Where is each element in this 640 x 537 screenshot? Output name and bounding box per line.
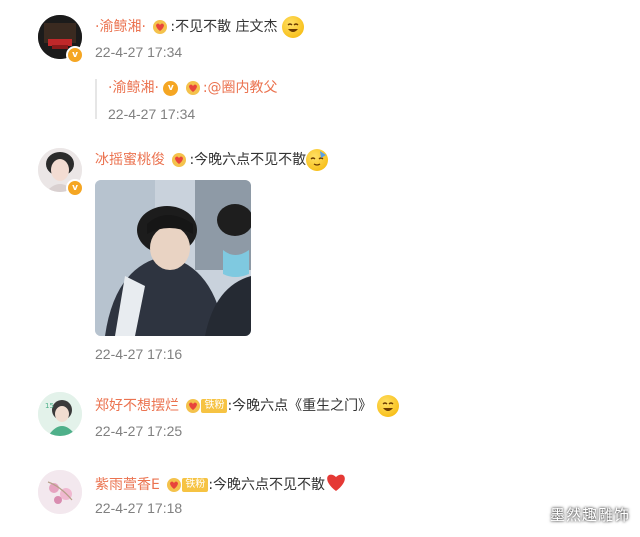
timestamp: 22-4-27 17:25 bbox=[95, 423, 183, 439]
comment-text: :今晚六点《重生之门》 bbox=[227, 398, 373, 414]
comment-line: 紫雨萱香E 铁粉:今晚六点不见不散 bbox=[95, 472, 347, 498]
medal-icon bbox=[165, 477, 183, 493]
svg-text:15: 15 bbox=[45, 402, 54, 410]
laughing-emoji-icon bbox=[281, 16, 304, 38]
username-link[interactable]: 紫雨萱香E bbox=[95, 477, 160, 493]
comment-text: :今晚六点不见不散 bbox=[208, 477, 326, 493]
laughing-emoji-icon bbox=[376, 395, 399, 417]
comment-text: :不见不散 庄文杰 bbox=[170, 19, 278, 35]
timestamp: 22-4-27 17:16 bbox=[95, 346, 183, 362]
reply-divider bbox=[95, 79, 97, 119]
reply-text: :@圈内教父 bbox=[202, 80, 278, 96]
comment-line: 冰摇蜜桃俊 :今晚六点不见不散 bbox=[95, 149, 329, 171]
medal-icon bbox=[184, 80, 202, 96]
medal-icon bbox=[151, 19, 169, 35]
verified-badge-icon: v bbox=[66, 46, 84, 64]
medal-icon bbox=[184, 398, 202, 414]
comment-line: ·渝鲸湘· :不见不散 庄文杰 bbox=[95, 16, 304, 38]
verified-badge-icon: v bbox=[66, 179, 84, 197]
party-emoji-icon bbox=[306, 149, 329, 171]
reply-timestamp: 22-4-27 17:34 bbox=[108, 106, 196, 122]
reply-line: ·渝鲸湘· v :@圈内教父 bbox=[108, 78, 278, 98]
username-link[interactable]: 冰摇蜜桃俊 bbox=[95, 152, 165, 168]
timestamp: 22-4-27 17:34 bbox=[95, 44, 183, 60]
medal-icon bbox=[170, 152, 188, 168]
fan-badge: 铁粉 bbox=[201, 399, 228, 413]
verified-badge-icon: v bbox=[163, 80, 179, 96]
username-link[interactable]: 郑好不想摆烂 bbox=[95, 398, 179, 414]
reply-username-link[interactable]: ·渝鲸湘· bbox=[108, 80, 159, 96]
comment-photo[interactable] bbox=[95, 180, 251, 336]
username-link[interactable]: ·渝鲸湘· bbox=[95, 19, 146, 35]
heart-icon bbox=[325, 472, 347, 498]
fan-badge: 铁粉 bbox=[182, 478, 209, 492]
comment-text: :今晚六点不见不散 bbox=[189, 152, 307, 168]
avatar[interactable] bbox=[38, 470, 82, 514]
avatar[interactable]: 15 bbox=[38, 392, 82, 436]
comment-line: 郑好不想摆烂 铁粉:今晚六点《重生之门》 bbox=[95, 395, 399, 417]
watermark: 墨然趣雕饰 bbox=[549, 506, 630, 524]
timestamp: 22-4-27 17:18 bbox=[95, 500, 183, 516]
